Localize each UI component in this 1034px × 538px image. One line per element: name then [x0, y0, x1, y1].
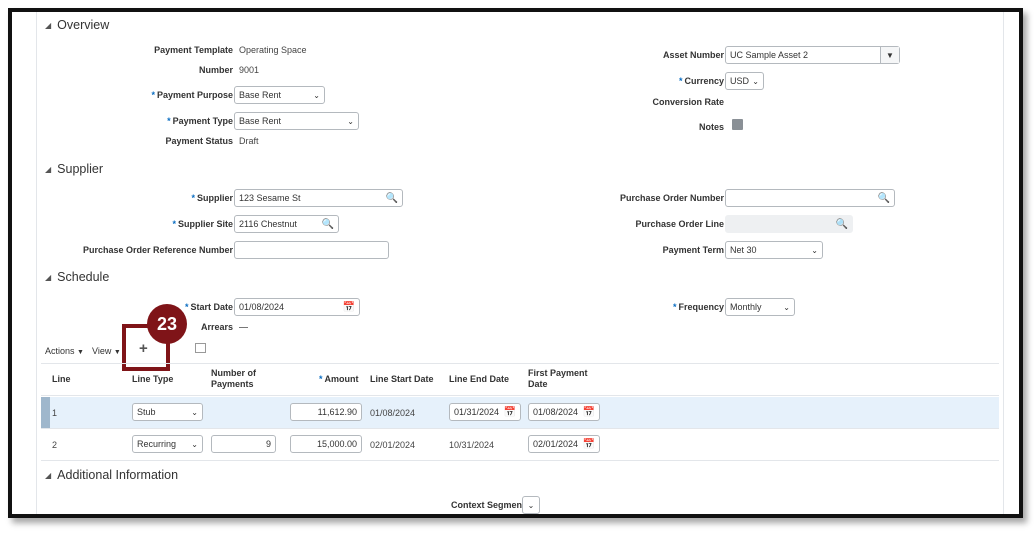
step-callout-badge: 23 — [147, 304, 187, 344]
number-value: 9001 — [239, 65, 260, 75]
row-1-line-end-date-input[interactable]: 01/31/2024 📅 — [449, 403, 521, 421]
chevron-down-icon: ⌄ — [191, 407, 198, 417]
section-overview[interactable]: ◢ Overview — [45, 18, 109, 32]
payment-type-label: * Payment Type — [167, 116, 233, 126]
currency-label: * Currency — [678, 76, 724, 86]
chevron-down-icon: ⌄ — [811, 245, 818, 255]
section-schedule[interactable]: ◢ Schedule — [45, 270, 109, 284]
row-1-line: 1 — [52, 408, 58, 418]
section-supplier-title: Supplier — [57, 162, 104, 176]
section-additional-title: Additional Information — [57, 468, 179, 482]
collapse-triangle-icon[interactable]: ◢ — [45, 273, 51, 282]
notes-label: Notes — [698, 122, 724, 132]
calendar-icon[interactable]: 📅 — [583, 407, 595, 418]
start-date-input[interactable]: 01/08/2024 📅 — [234, 298, 360, 316]
screenshot-frame: ◢ Overview Payment Template Operating Sp… — [8, 8, 1023, 518]
col-header-amount[interactable]: * Amount — [319, 374, 359, 385]
conversion-rate-label: Conversion Rate — [652, 97, 724, 107]
row-1-line-type-select[interactable]: Stub ⌄ — [132, 403, 203, 421]
table-header-border — [41, 395, 999, 396]
search-icon: 🔍 — [835, 218, 848, 230]
section-overview-title: Overview — [57, 18, 110, 32]
actions-menu[interactable]: Actions ▼ — [45, 346, 84, 356]
arrears-label: Arrears — [200, 322, 233, 332]
row-2-first-payment-date-input[interactable]: 02/01/2024 📅 — [528, 435, 600, 453]
currency-select[interactable]: USD ⌄ — [725, 72, 764, 90]
asset-dropdown-button[interactable]: ▼ — [880, 47, 899, 63]
number-label: Number — [198, 65, 233, 75]
context-segment-label: Context Segment — [450, 500, 525, 510]
payment-term-label: Payment Term — [662, 245, 724, 255]
frequency-select[interactable]: Monthly ⌄ — [725, 298, 795, 316]
payment-form-panel: ◢ Overview Payment Template Operating Sp… — [36, 12, 1004, 514]
chevron-down-icon: ⌄ — [783, 302, 790, 312]
asset-number-label: Asset Number — [662, 50, 724, 60]
payment-status-value: Draft — [239, 136, 259, 146]
payment-status-label: Payment Status — [165, 136, 233, 146]
add-row-icon[interactable]: + — [139, 340, 148, 357]
payment-type-select[interactable]: Base Rent ⌄ — [234, 112, 359, 130]
section-schedule-title: Schedule — [57, 270, 110, 284]
row-2-line-end-date: 10/31/2024 — [449, 440, 495, 450]
row-2-amount-input[interactable]: 15,000.00 — [290, 435, 362, 453]
po-reference-input[interactable] — [234, 241, 389, 259]
row-selector[interactable] — [41, 397, 50, 428]
col-header-line[interactable]: Line — [52, 374, 71, 385]
chevron-down-icon: ⌄ — [752, 76, 759, 86]
frequency-label: * Frequency — [672, 302, 724, 312]
section-supplier[interactable]: ◢ Supplier — [45, 162, 103, 176]
notes-icon[interactable] — [732, 119, 743, 130]
arrears-value-dash — [239, 327, 248, 328]
collapse-triangle-icon[interactable]: ◢ — [45, 471, 51, 480]
row-1-amount-input[interactable]: 11,612.90 — [290, 403, 362, 421]
col-header-line-type[interactable]: Line Type — [132, 374, 173, 385]
po-number-field[interactable]: 🔍 — [725, 189, 895, 207]
po-reference-label: Purchase Order Reference Number — [82, 245, 233, 255]
payment-term-select[interactable]: Net 30 ⌄ — [725, 241, 823, 259]
chevron-down-icon: ⌄ — [527, 500, 535, 510]
view-menu[interactable]: View ▼ — [92, 346, 121, 356]
supplier-field[interactable]: 123 Sesame St 🔍 — [234, 189, 403, 207]
po-number-label: Purchase Order Number — [619, 193, 724, 203]
supplier-site-field[interactable]: 2116 Chestnut 🔍 — [234, 215, 339, 233]
asset-number-field[interactable]: UC Sample Asset 2 ▼ — [725, 46, 900, 64]
col-header-number-of-payments[interactable]: Number of Payments — [211, 368, 271, 390]
supplier-site-label: * Supplier Site — [172, 219, 233, 229]
col-header-line-start-date[interactable]: Line Start Date — [370, 374, 434, 385]
row-2-line-start-date: 02/01/2024 — [370, 440, 416, 450]
supplier-label: * Supplier — [191, 193, 233, 203]
payment-purpose-select[interactable]: Base Rent ⌄ — [234, 86, 325, 104]
calendar-icon[interactable]: 📅 — [343, 302, 355, 313]
calendar-icon[interactable]: 📅 — [504, 407, 516, 418]
payment-template-value: Operating Space — [239, 45, 307, 55]
start-date-label: * Start Date — [184, 302, 233, 312]
search-icon[interactable]: 🔍 — [386, 193, 398, 204]
section-additional-information[interactable]: ◢ Additional Information — [45, 468, 178, 482]
table-top-border — [41, 363, 999, 364]
chevron-down-icon: ⌄ — [347, 116, 354, 126]
row-2-number-of-payments-input[interactable]: 9 — [211, 435, 276, 453]
collapse-triangle-icon[interactable]: ◢ — [45, 165, 51, 174]
row-divider — [41, 428, 999, 429]
row-2-line: 2 — [52, 440, 58, 450]
chevron-down-icon: ⌄ — [191, 439, 198, 449]
col-header-first-payment-date[interactable]: First Payment Date — [528, 368, 598, 390]
po-line-field: 🔍 — [725, 215, 853, 233]
row-2-line-type-select[interactable]: Recurring ⌄ — [132, 435, 203, 453]
row-1-first-payment-date-input[interactable]: 01/08/2024 📅 — [528, 403, 600, 421]
chevron-down-icon: ⌄ — [313, 90, 320, 100]
search-icon[interactable]: 🔍 — [878, 193, 890, 204]
payment-template-label: Payment Template — [154, 45, 233, 55]
search-icon[interactable]: 🔍 — [322, 219, 334, 230]
col-header-line-end-date[interactable]: Line End Date — [449, 374, 509, 385]
calendar-icon[interactable]: 📅 — [583, 439, 595, 450]
detach-icon[interactable] — [195, 343, 206, 353]
payment-purpose-label: * Payment Purpose — [151, 90, 233, 100]
collapse-triangle-icon[interactable]: ◢ — [45, 21, 51, 30]
table-bottom-border — [41, 460, 999, 461]
context-segment-select[interactable]: ⌄ — [522, 496, 540, 514]
row-1-line-start-date: 01/08/2024 — [370, 408, 416, 418]
po-line-label: Purchase Order Line — [635, 219, 724, 229]
